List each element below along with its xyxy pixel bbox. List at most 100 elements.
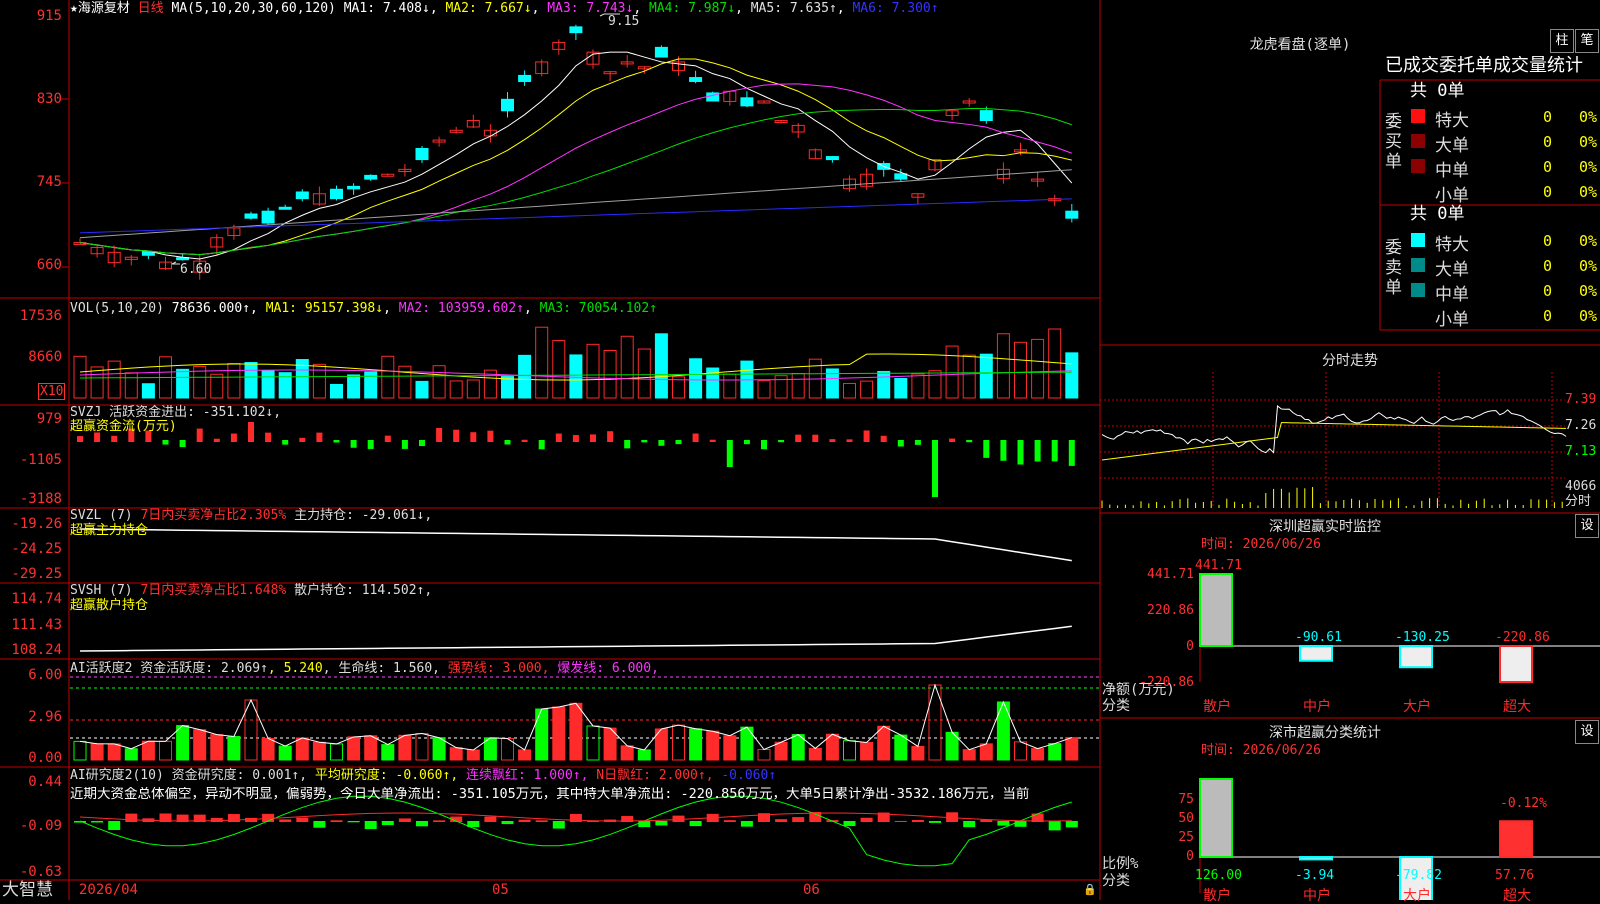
monitor-ylabel: 净额(万元) xyxy=(1102,682,1175,698)
classify-axis-1: 75 xyxy=(1178,792,1194,807)
svzj-header: SVZJ 活跃资金进出: -351.102↓, xyxy=(70,405,282,420)
research-bar xyxy=(125,813,138,822)
sell-row-pct: 0% xyxy=(1579,307,1598,325)
candle-down xyxy=(654,46,668,58)
activity-bar xyxy=(1048,743,1062,761)
classify-title: 深市超赢分类统计 xyxy=(1269,725,1381,741)
price-axis-4: 660 xyxy=(36,257,62,273)
vol-unit-badge: X10 xyxy=(38,383,66,400)
sell-total: 共 0单 xyxy=(1410,204,1465,224)
research-bar xyxy=(330,820,343,822)
fund-flow-bar xyxy=(743,440,750,445)
period-label: 日线 xyxy=(137,1,164,16)
monitor-axis-1: 441.71 xyxy=(1147,567,1194,582)
activity-bar xyxy=(586,725,600,761)
classify-axis-3: 25 xyxy=(1178,830,1194,845)
research-bar xyxy=(1048,821,1061,831)
activity-bar xyxy=(159,740,172,761)
fund-flow-bar xyxy=(265,432,272,442)
stock-chart-canvas[interactable] xyxy=(0,0,1600,900)
volume-bar xyxy=(466,379,480,399)
activity-bar xyxy=(176,725,190,761)
fund-flow-bar xyxy=(162,440,169,445)
sell-color-swatch xyxy=(1411,258,1425,272)
fund-flow-bar xyxy=(590,434,596,442)
research-bar xyxy=(860,817,873,822)
vol-axis-2: 8660 xyxy=(28,349,62,365)
classify-bar-中户 xyxy=(1299,856,1333,861)
buy-row-count: 0 xyxy=(1543,133,1553,151)
tab-tick-view[interactable]: 笔 xyxy=(1575,29,1599,53)
research-bar xyxy=(1065,821,1078,828)
buy-row-count: 0 xyxy=(1543,183,1553,201)
buy-row-name: 小单 xyxy=(1435,186,1469,206)
monitor-value-label: -90.61 xyxy=(1295,630,1342,645)
svzl-title: 超赢主力持仓 xyxy=(70,523,149,538)
fund-flow-bar xyxy=(350,440,357,448)
research-bar xyxy=(210,817,223,822)
fund-flow-bar xyxy=(846,439,853,442)
fund-flow-bar xyxy=(880,435,887,442)
fund-flow-bar xyxy=(521,439,528,442)
volume-bar xyxy=(107,360,121,399)
monitor-category-label: 中户 xyxy=(1303,699,1331,715)
classify-settings-button[interactable]: 设 xyxy=(1575,720,1599,744)
lock-icon[interactable]: 🔒 xyxy=(1083,882,1097,897)
volume-bar xyxy=(654,333,668,399)
monitor-settings-button[interactable]: 设 xyxy=(1575,514,1599,538)
volume-bar xyxy=(381,355,395,399)
candle-down xyxy=(347,185,361,190)
research-bar xyxy=(792,817,805,822)
volume-bar xyxy=(877,370,891,399)
activity-bar xyxy=(415,732,429,761)
fund-flow-bar xyxy=(624,440,631,449)
fund-flow-bar xyxy=(692,433,699,442)
activity-bar xyxy=(877,725,891,761)
sell-row-name: 中单 xyxy=(1435,285,1469,305)
candle-down xyxy=(894,173,908,180)
activity-bar xyxy=(466,749,480,761)
monitor-time: 时间: 2026/06/26 xyxy=(1201,537,1321,552)
research-bar xyxy=(501,821,514,825)
svsh-axis-3: 108.24 xyxy=(11,642,62,658)
classify-time: 时间: 2026/06/26 xyxy=(1201,743,1321,758)
activity-bar xyxy=(979,743,993,761)
activity-bar xyxy=(860,742,874,761)
classify-ylabel: 比例% xyxy=(1102,856,1139,872)
fund-flow-bar xyxy=(538,440,545,450)
sell-row-count: 0 xyxy=(1543,232,1553,250)
classify-category-label: 大户 xyxy=(1403,888,1431,904)
volume-bar xyxy=(449,380,463,399)
svzj-axis-2: -1105 xyxy=(19,452,62,468)
sell-row-count: 0 xyxy=(1543,282,1553,300)
ma-line-2 xyxy=(79,58,1072,256)
research-bar xyxy=(894,820,907,822)
tab-bar-view[interactable]: 柱 xyxy=(1550,29,1574,53)
fund-flow-bar xyxy=(213,438,220,442)
volume-bar xyxy=(501,376,514,399)
activity-bar xyxy=(1031,748,1045,761)
svsh-header: SVSH (7) 7日内买卖净占比1.648% 散户持仓: 114.502↑, xyxy=(70,583,433,598)
activity-bar xyxy=(552,706,566,761)
candle-down xyxy=(415,147,429,161)
sell-row-pct: 0% xyxy=(1579,257,1598,275)
research-bar xyxy=(638,821,651,828)
volume-bar xyxy=(962,354,976,399)
buy-total: 共 0单 xyxy=(1410,81,1465,101)
buy-color-swatch xyxy=(1411,109,1425,123)
svsh-title: 超赢散户持仓 xyxy=(70,598,149,613)
activity-bar xyxy=(535,708,549,761)
app-logo: 大智慧 xyxy=(2,880,53,900)
monitor-value-label: -220.86 xyxy=(1495,630,1550,645)
fund-flow-bar xyxy=(641,440,648,443)
research-bar xyxy=(911,819,924,822)
activity-bar xyxy=(193,729,207,761)
fund-flow-bar xyxy=(1000,440,1007,461)
date-tick-2: 05 xyxy=(492,882,509,898)
activity-bar xyxy=(381,744,395,761)
fund-flow-bar xyxy=(230,433,237,442)
volume-bar xyxy=(330,383,343,399)
monitor-axis-2: 220.86 xyxy=(1147,603,1194,618)
volume-bar xyxy=(176,368,190,399)
volume-bar xyxy=(90,366,104,399)
